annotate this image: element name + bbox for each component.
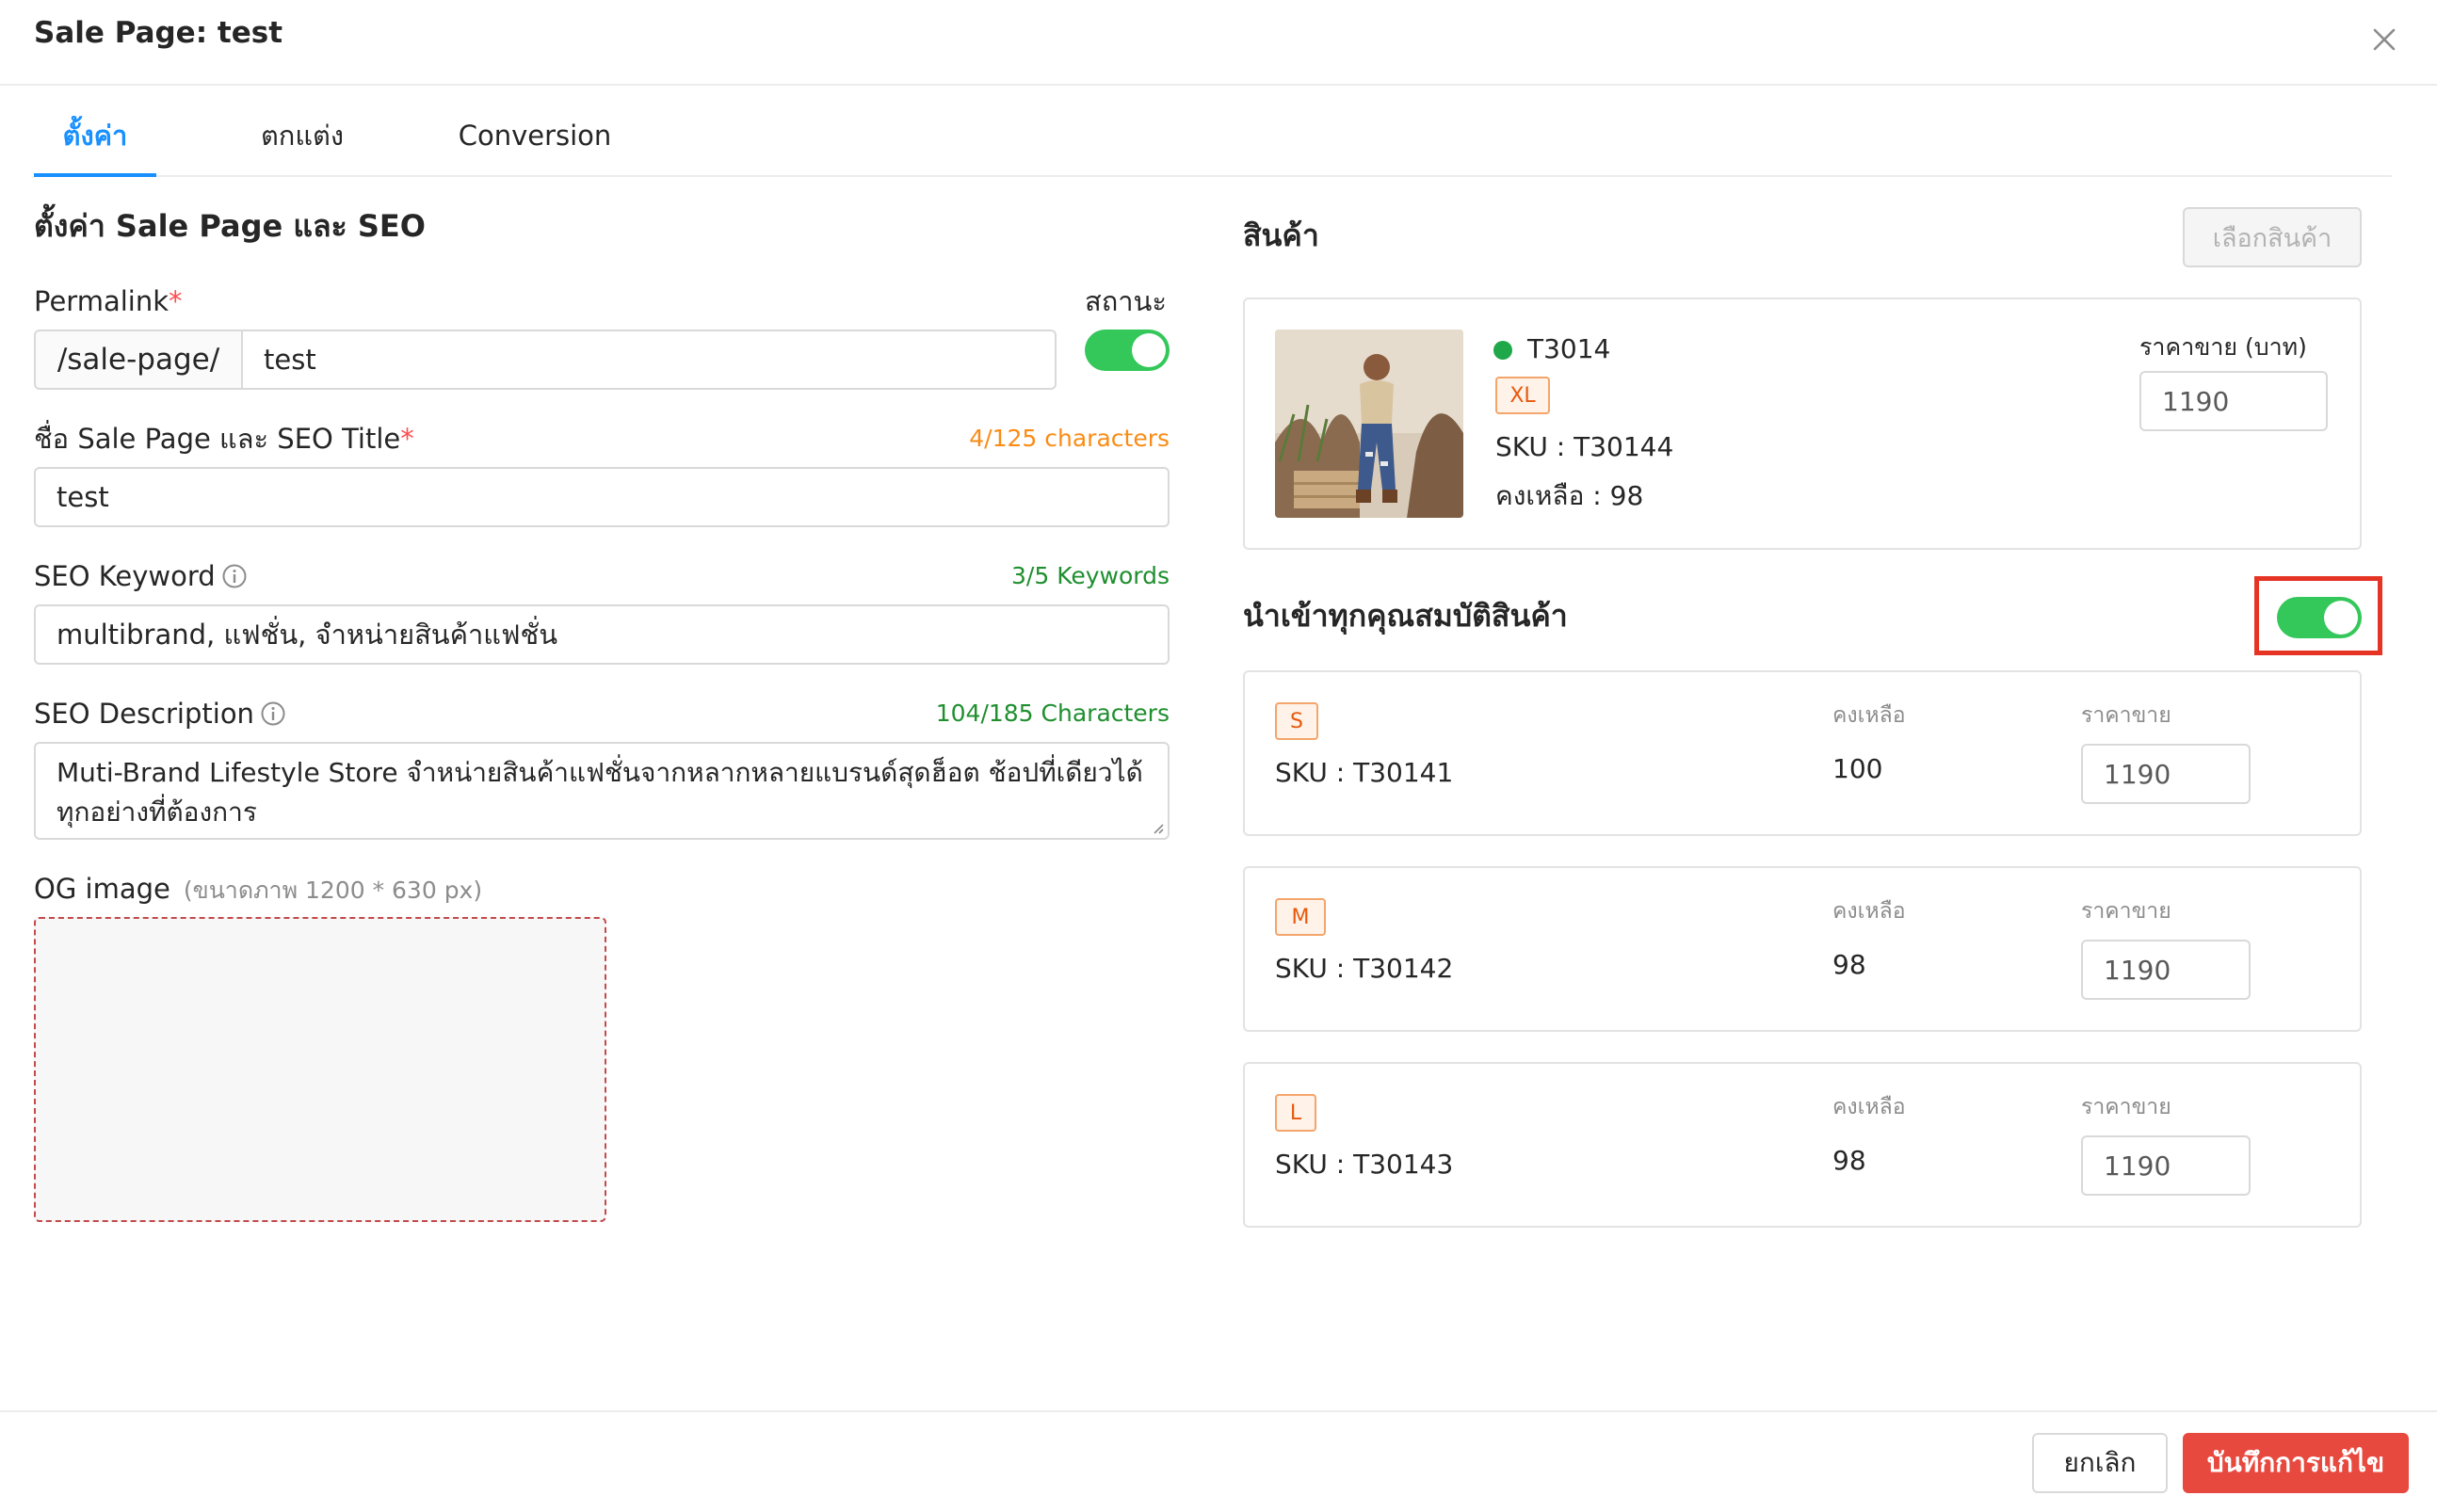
required-mark: * (169, 285, 183, 317)
modal-title: Sale Page: test (34, 16, 283, 50)
variant-price-input[interactable]: 1190 (2081, 1135, 2251, 1196)
products-section-title: สินค้า (1243, 217, 1319, 253)
variant-stock-label: คงเหลือ (1832, 1095, 1906, 1119)
tab-decorate[interactable]: ตกแต่ง (241, 94, 363, 177)
product-status-dot (1493, 341, 1512, 360)
og-image-upload[interactable] (34, 917, 606, 1222)
product-name: T3014 (1527, 333, 1611, 364)
seo-description-text: Muti-Brand Lifestyle Store จำหน่ายสินค้า… (56, 757, 1143, 828)
seo-keyword-input[interactable]: multibrand, แฟชั่น, จำหน่ายสินค้าแฟชั่น (34, 604, 1170, 665)
product-price-label: ราคาขาย (บาท) (2139, 333, 2307, 361)
close-icon (2367, 23, 2401, 56)
variant-sku: SKU : T30143 (1275, 1149, 1454, 1180)
info-icon[interactable] (260, 700, 286, 727)
close-button[interactable] (2367, 23, 2401, 56)
variant-stock: 98 (1832, 949, 1866, 980)
seo-title-label-text: ชื่อ Sale Page และ SEO Title (34, 423, 401, 455)
settings-section-title: ตั้งค่า Sale Page และ SEO (34, 208, 426, 244)
variant-size-badge: S (1275, 702, 1318, 740)
product-card: T3014 XL SKU : T30144 คงเหลือ : 98 ราคาข… (1243, 298, 2362, 550)
product-price-input[interactable]: 1190 (2139, 371, 2328, 431)
og-image-size-hint: (ขนาดภาพ 1200 * 630 px) (183, 877, 483, 904)
variant-price-input[interactable]: 1190 (2081, 744, 2251, 804)
toggle-knob (1132, 333, 1166, 367)
permalink-prefix: /sale-page/ (34, 330, 243, 390)
seo-description-counter: 104/185 Characters (935, 700, 1170, 727)
seo-keyword-label-text: SEO Keyword (34, 560, 216, 592)
select-product-button[interactable]: เลือกสินค้า (2183, 207, 2362, 267)
tab-settings[interactable]: ตั้งค่า (34, 94, 156, 177)
product-stock: คงเหลือ : 98 (1495, 480, 1644, 511)
variant-price-label: ราคาขาย (2081, 703, 2171, 728)
tab-bar: ตั้งค่า ตกแต่ง Conversion (34, 94, 2392, 177)
seo-title-counter: 4/125 characters (969, 425, 1170, 452)
resize-grip-icon[interactable] (1151, 821, 1164, 834)
save-button[interactable]: บันทึกการแก้ไข (2183, 1433, 2409, 1493)
import-all-label: นำเข้าทุกคุณสมบัติสินค้า (1243, 598, 1568, 634)
tab-conversion[interactable]: Conversion (441, 94, 629, 177)
variant-card: L SKU : T30143 คงเหลือ 98 ราคาขาย 1190 (1243, 1062, 2362, 1228)
variant-price-label: ราคาขาย (2081, 899, 2171, 924)
required-mark: * (400, 423, 414, 455)
variant-size-badge: L (1275, 1094, 1316, 1132)
variant-card: M SKU : T30142 คงเหลือ 98 ราคาขาย 1190 (1243, 866, 2362, 1032)
variant-stock-label: คงเหลือ (1832, 899, 1906, 924)
og-image-label-text: OG image (34, 873, 170, 905)
status-toggle[interactable] (1085, 330, 1170, 371)
seo-description-label: SEO Description (34, 695, 286, 732)
variant-price-label: ราคาขาย (2081, 1095, 2171, 1119)
modal-header: Sale Page: test (0, 0, 2437, 86)
status-label: สถานะ (1085, 285, 1167, 317)
variant-size-badge: M (1275, 898, 1326, 936)
variant-card: S SKU : T30141 คงเหลือ 100 ราคาขาย 1190 (1243, 670, 2362, 836)
cancel-button[interactable]: ยกเลิก (2032, 1433, 2168, 1493)
variant-stock: 100 (1832, 753, 1883, 784)
seo-keyword-counter: 3/5 Keywords (1011, 562, 1170, 589)
variant-stock-label: คงเหลือ (1832, 703, 1906, 728)
og-image-label: OG image (ขนาดภาพ 1200 * 630 px) (34, 870, 482, 909)
seo-title-label: ชื่อ Sale Page และ SEO Title* (34, 420, 414, 458)
seo-keyword-label: SEO Keyword (34, 557, 248, 595)
permalink-label-text: Permalink (34, 285, 169, 317)
permalink-input[interactable]: test (241, 330, 1057, 390)
variant-sku: SKU : T30142 (1275, 953, 1454, 984)
info-icon[interactable] (221, 563, 248, 589)
permalink-label: Permalink* (34, 282, 183, 320)
product-sku: SKU : T30144 (1495, 431, 1674, 462)
product-image (1275, 330, 1463, 518)
seo-title-input[interactable]: test (34, 467, 1170, 527)
variant-price-input[interactable]: 1190 (2081, 940, 2251, 1000)
seo-description-label-text: SEO Description (34, 698, 254, 730)
highlight-box (2254, 576, 2382, 655)
variant-stock: 98 (1832, 1145, 1866, 1176)
variant-sku: SKU : T30141 (1275, 757, 1454, 788)
product-size-badge: XL (1495, 377, 1550, 414)
seo-description-textarea[interactable]: Muti-Brand Lifestyle Store จำหน่ายสินค้า… (34, 742, 1170, 840)
